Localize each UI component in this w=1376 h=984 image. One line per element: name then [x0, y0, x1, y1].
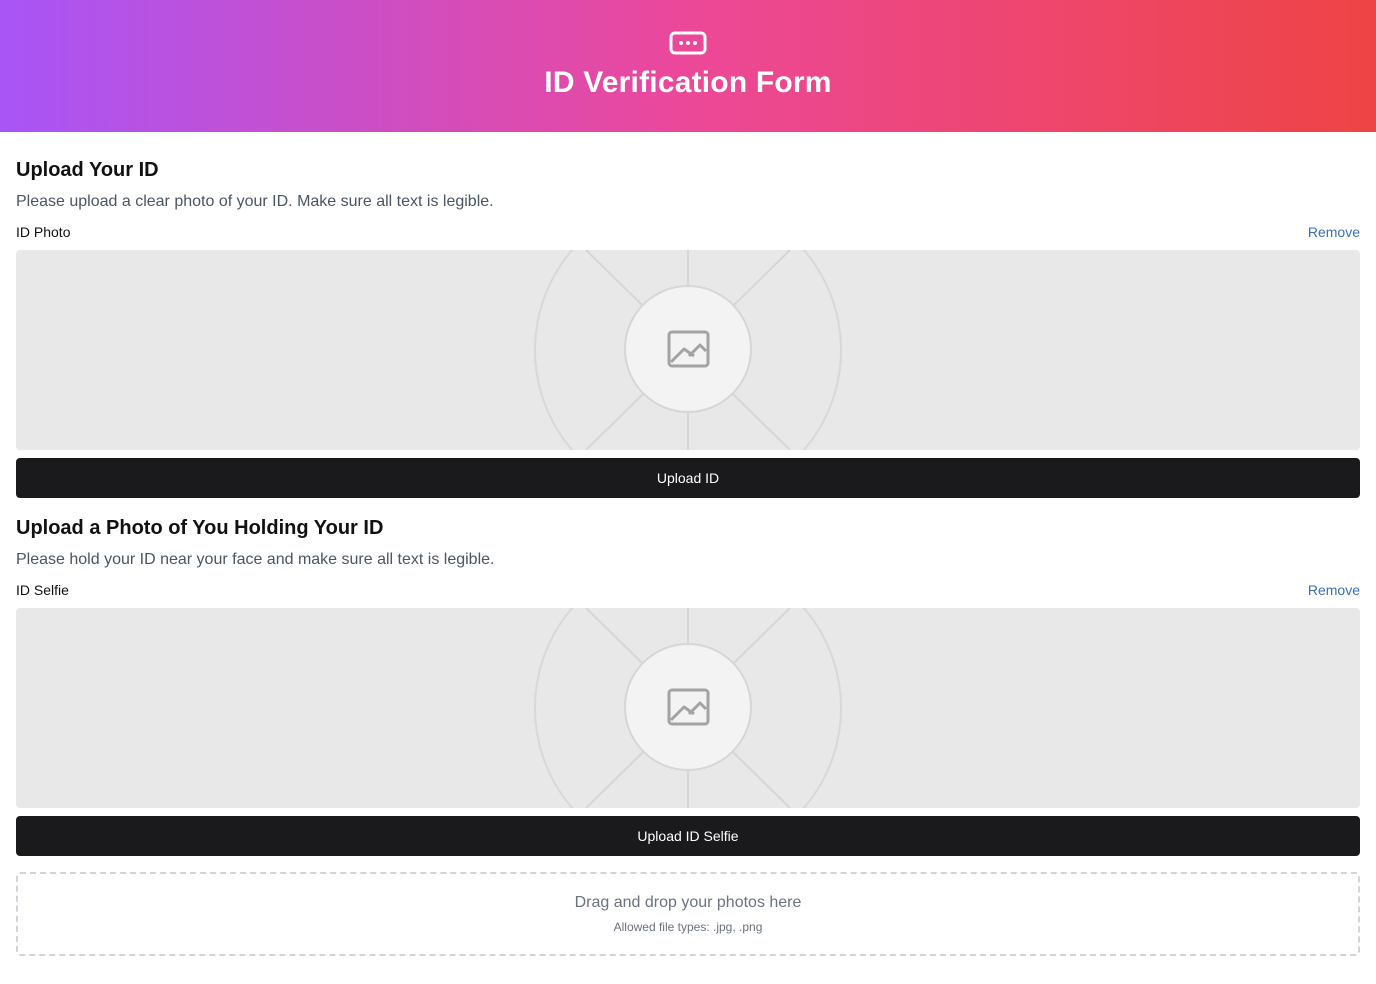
field-label: ID Photo	[16, 224, 71, 240]
allowed-file-types: Allowed file types: .jpg, .png	[613, 920, 763, 934]
id-photo-section: Upload Your ID Please upload a clear pho…	[16, 132, 1360, 498]
section-title: Upload a Photo of You Holding Your ID	[16, 517, 384, 539]
field-label: ID Selfie	[16, 582, 69, 598]
section-title: Upload Your ID	[16, 159, 159, 181]
section-description: Please hold your ID near your face and m…	[16, 551, 495, 568]
id-photo-preview	[16, 250, 1360, 450]
field-label-row: ID Photo Remove	[16, 223, 1360, 241]
form-content: Upload Your ID Please upload a clear pho…	[0, 132, 1376, 956]
ellipsis-card-icon	[669, 31, 707, 55]
page-title: ID Verification Form	[544, 66, 832, 99]
remove-id-photo-link[interactable]: Remove	[1308, 224, 1360, 240]
id-selfie-preview	[16, 608, 1360, 808]
photo-dropzone[interactable]: Drag and drop your photos here Allowed f…	[16, 872, 1360, 956]
upload-id-selfie-button[interactable]: Upload ID Selfie	[16, 816, 1360, 856]
image-placeholder-graphic	[472, 250, 904, 450]
remove-id-selfie-link[interactable]: Remove	[1308, 582, 1360, 598]
section-description: Please upload a clear photo of your ID. …	[16, 193, 494, 210]
image-placeholder-graphic	[472, 608, 904, 808]
field-label-row: ID Selfie Remove	[16, 581, 1360, 599]
dropzone-text: Drag and drop your photos here	[574, 894, 802, 911]
upload-id-button[interactable]: Upload ID	[16, 458, 1360, 498]
id-selfie-section: Upload a Photo of You Holding Your ID Pl…	[16, 498, 1360, 856]
page-header: ID Verification Form	[0, 0, 1376, 132]
